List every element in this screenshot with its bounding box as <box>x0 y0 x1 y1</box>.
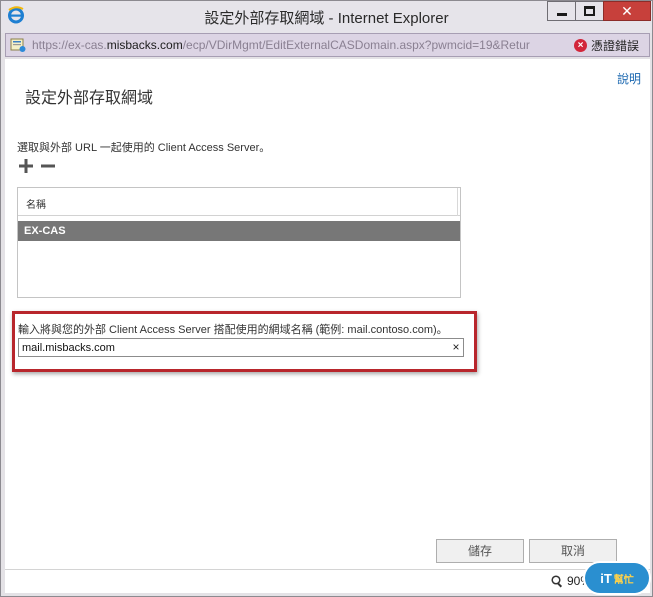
watermark-sub: 幫忙 <box>613 574 634 586</box>
certificate-error-label: 憑證錯誤 <box>591 38 640 53</box>
page-title: 設定外部存取網域 <box>25 90 154 107</box>
title-bar: 設定外部存取網域 - Internet Explorer ✕ <box>1 1 652 33</box>
list-item[interactable]: EX-CAS <box>18 221 460 241</box>
page-icon <box>10 38 26 52</box>
close-icon: ✕ <box>621 2 633 19</box>
certificate-error[interactable]: × 憑證錯誤 <box>574 36 639 54</box>
watermark-logo: iT 幫忙 <box>585 563 649 593</box>
cancel-button[interactable]: 取消 <box>529 539 617 563</box>
domain-label: 輸入將與您的外部 Client Access Server 搭配使用的網域名稱 … <box>18 324 448 336</box>
maximize-button[interactable] <box>575 1 603 21</box>
domain-input[interactable]: mail.misbacks.com <box>18 338 464 357</box>
browser-window: 設定外部存取網域 - Internet Explorer ✕ https://e… <box>0 0 653 597</box>
dialog-content: 說明 設定外部存取網域 選取與外部 URL 一起使用的 Client Acces… <box>5 59 650 569</box>
url-text[interactable]: https://ex-cas.misbacks.com/ecp/VDirMgmt… <box>32 38 552 52</box>
minimize-icon <box>556 12 567 16</box>
url-host: misbacks.com <box>106 38 183 52</box>
help-link[interactable]: 說明 <box>617 70 641 87</box>
maximize-icon <box>584 6 595 16</box>
add-icon[interactable] <box>18 158 34 174</box>
address-bar[interactable]: https://ex-cas.misbacks.com/ecp/VDirMgmt… <box>5 33 650 57</box>
x-circle-icon: × <box>574 38 587 52</box>
close-button[interactable]: ✕ <box>603 1 651 21</box>
column-header-name[interactable]: 名稱 <box>18 188 458 216</box>
zoom-icon <box>551 574 563 587</box>
status-bar: 90% <box>5 569 650 593</box>
watermark-text: iT <box>600 570 612 586</box>
minimize-button[interactable] <box>547 1 575 21</box>
list-header: 名稱 <box>18 188 460 216</box>
remove-icon[interactable] <box>40 158 56 174</box>
select-server-label: 選取與外部 URL 一起使用的 Client Access Server。 <box>17 142 271 154</box>
url-prefix: https://ex-cas. <box>32 38 107 52</box>
server-list: 名稱 EX-CAS <box>17 187 461 298</box>
clear-icon[interactable]: × <box>449 339 463 356</box>
url-path: /ecp/VDirMgmt/EditExternalCASDomain.aspx… <box>182 38 530 52</box>
save-button[interactable]: 儲存 <box>436 539 524 563</box>
